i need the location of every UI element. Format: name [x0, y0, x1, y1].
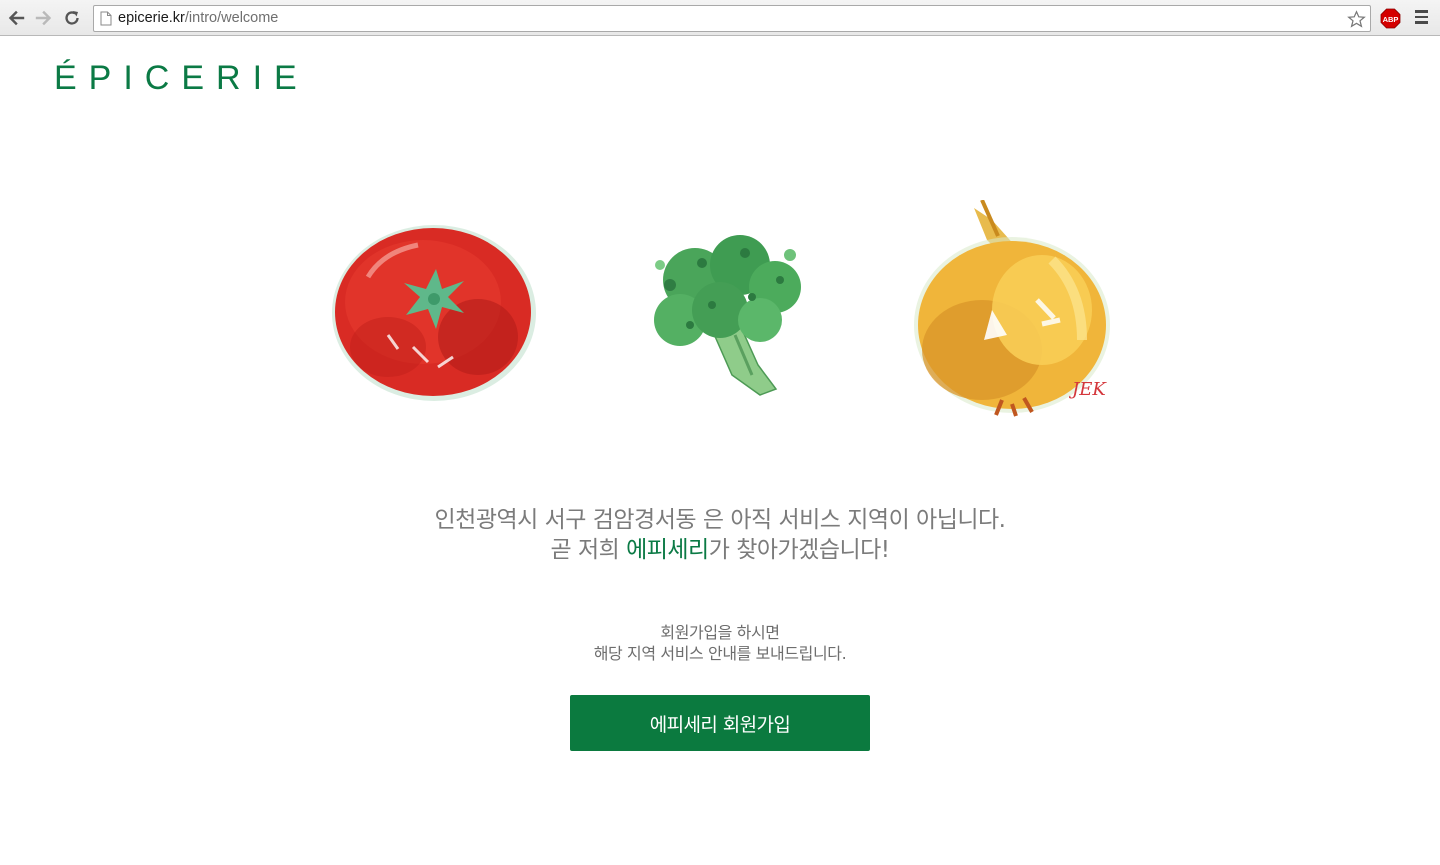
bookmark-star-button[interactable]: [1345, 8, 1367, 30]
vegetable-illustrations: JEK: [320, 195, 1130, 425]
signup-hint-line-2: 해당 지역 서비스 안내를 보내드립니다.: [593, 644, 847, 663]
signup-button[interactable]: 에피세리 회원가입: [570, 695, 870, 751]
url-path: /intro/welcome: [184, 10, 279, 26]
message-line-2-prefix: 곧 저희: [550, 537, 627, 563]
arrow-right-icon: [35, 10, 52, 26]
reload-button[interactable]: [61, 7, 83, 29]
hamburger-menu-icon[interactable]: [1413, 10, 1431, 26]
browser-toolbar: epicerie.kr/intro/welcome ABP: [0, 0, 1440, 36]
star-icon: [1346, 9, 1366, 28]
url-host: epicerie.kr: [118, 10, 185, 26]
signup-hint-line-1: 회원가입을 하시면: [660, 623, 780, 642]
back-button[interactable]: [5, 7, 27, 29]
onion-illustration: JEK: [914, 200, 1110, 417]
message-line-2-suffix: 가 찾아가겠습니다!: [708, 537, 890, 563]
artist-signature: JEK: [1068, 379, 1107, 400]
brand-name: 에피세리: [626, 537, 709, 563]
reload-icon: [65, 11, 79, 25]
forward-button[interactable]: [33, 7, 55, 29]
unavailable-region-message: 인천광역시 서구 검암경서동 은 아직 서비스 지역이 아닙니다. 곧 저희 에…: [0, 505, 1440, 565]
adblock-button[interactable]: ABP: [1380, 8, 1401, 29]
address-bar[interactable]: epicerie.kr/intro/welcome: [93, 5, 1371, 32]
abp-icon: ABP: [1380, 8, 1401, 29]
abp-label: ABP: [1383, 15, 1399, 24]
page-icon: [100, 11, 112, 26]
broccoli-illustration: [654, 235, 801, 396]
message-line-1: 인천광역시 서구 검암경서동 은 아직 서비스 지역이 아닙니다.: [434, 507, 1007, 533]
message-line-2: 곧 저희 에피세리가 찾아가겠습니다!: [0, 535, 1440, 565]
url-text: epicerie.kr/intro/welcome: [118, 10, 278, 26]
arrow-left-icon: [8, 10, 25, 26]
tomato-illustration: [332, 225, 536, 401]
site-logo[interactable]: ÉPICERIE: [54, 58, 309, 98]
signup-hint: 회원가입을 하시면 해당 지역 서비스 안내를 보내드립니다.: [0, 622, 1440, 664]
